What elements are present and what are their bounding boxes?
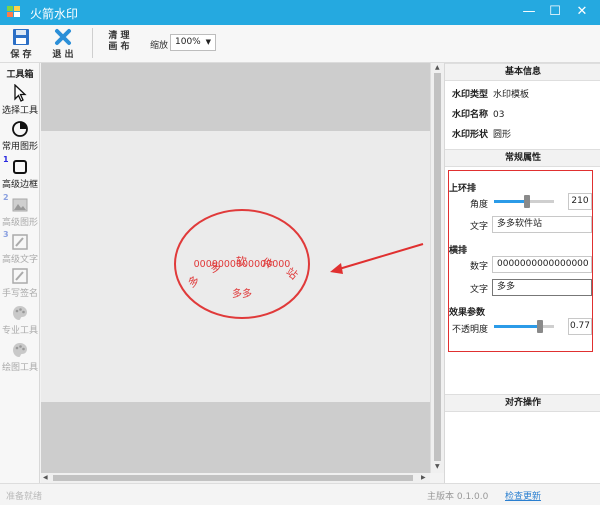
- type-value: 水印模板: [493, 90, 530, 100]
- tool-common-shape[interactable]: 常用图形: [0, 119, 40, 152]
- name-row: 水印名称 03: [452, 107, 504, 120]
- clear-label-1: 清 理: [108, 31, 130, 41]
- ring-text-field[interactable]: 多多软件站: [492, 216, 592, 233]
- name-value: 03: [493, 110, 505, 120]
- signature-icon: [12, 268, 28, 284]
- save-button[interactable]: 保 存: [6, 27, 36, 60]
- vertical-scroll-thumb[interactable]: [434, 73, 441, 461]
- tool-number: 1: [3, 155, 9, 164]
- exit-label: 退 出: [52, 50, 74, 60]
- scroll-up-icon[interactable]: ▲: [435, 64, 440, 71]
- tool-number: 2: [3, 193, 9, 202]
- tool-label: 手写签名: [1, 289, 38, 299]
- pointer-arrow: [330, 243, 424, 274]
- stamp-bottom-text: 多多: [232, 287, 252, 300]
- tool-label: 专业工具: [1, 326, 38, 336]
- app-logo-icon: [7, 6, 20, 17]
- exit-x-icon: [55, 29, 71, 45]
- save-icon: [13, 29, 29, 45]
- tool-advanced-border[interactable]: 1 高级边框: [0, 155, 40, 190]
- cursor-icon: [14, 84, 27, 102]
- clear-canvas-button[interactable]: 清 理 画 布: [106, 31, 132, 53]
- palette-icon: [13, 306, 27, 320]
- shape-label: 水印形状: [452, 130, 489, 140]
- horizontal-section-title: 横排: [449, 246, 468, 256]
- maximize-icon[interactable]: ☐: [545, 3, 565, 21]
- tool-advanced-text[interactable]: 3 高级文字: [0, 230, 40, 265]
- close-icon[interactable]: ✕: [572, 3, 592, 21]
- horizontal-text-field[interactable]: 多多: [492, 279, 592, 296]
- tool-advanced-image[interactable]: 2 高级图形: [0, 193, 40, 228]
- tool-select[interactable]: 选择工具: [0, 83, 40, 116]
- align-heading: 对齐操作: [445, 394, 600, 412]
- properties-heading: 常规属性: [445, 149, 600, 167]
- scroll-right-icon[interactable]: ▶: [421, 474, 426, 481]
- vertical-scrollbar[interactable]: ▲ ▼: [430, 63, 444, 473]
- type-row: 水印类型 水印模板: [452, 87, 529, 100]
- angle-slider-fill: [494, 200, 527, 203]
- canvas[interactable]: 多多软件站 0000000000000000 多多: [41, 131, 430, 402]
- clear-label-2: 画 布: [108, 42, 130, 52]
- text-edit-icon: [12, 234, 28, 250]
- paint-icon: [13, 343, 27, 357]
- scroll-down-icon[interactable]: ▼: [435, 463, 440, 470]
- shape-row: 水印形状 圆形: [452, 127, 511, 140]
- border-icon: [13, 160, 27, 174]
- image-icon: [12, 198, 28, 212]
- horizontal-scrollbar[interactable]: ◀ ▶: [41, 473, 430, 483]
- scroll-left-icon[interactable]: ◀: [43, 474, 48, 481]
- toolbox: 工具箱 选择工具 常用图形 1 高级边框 2 高级图形 3 高级文字 手写签名 …: [0, 63, 40, 483]
- zoom-value: 100%: [175, 37, 201, 47]
- ring-section-title: 上环排: [449, 184, 477, 194]
- tool-label: 选择工具: [1, 106, 38, 116]
- type-label: 水印类型: [452, 90, 489, 100]
- number-label: 数字: [469, 262, 488, 272]
- status-bar: 准备就绪 主版本 0.1.0.0 检查更新: [0, 483, 600, 505]
- shape-value: 圆形: [493, 130, 512, 140]
- tool-label: 高级图形: [1, 218, 38, 228]
- opacity-slider-handle[interactable]: [537, 320, 544, 333]
- exit-button[interactable]: 退 出: [48, 27, 78, 60]
- tool-drawing[interactable]: 绘图工具: [0, 340, 40, 373]
- tool-label: 绘图工具: [1, 363, 38, 373]
- version-text: 主版本 0.1.0.0: [427, 492, 489, 502]
- opacity-slider-fill: [494, 325, 541, 328]
- tool-label: 高级文字: [1, 255, 38, 265]
- angle-value[interactable]: 210: [568, 193, 592, 210]
- tool-label: 常用图形: [1, 142, 38, 152]
- shape-icon: [12, 121, 28, 137]
- angle-slider-handle[interactable]: [524, 195, 530, 208]
- chevron-down-icon: ▼: [205, 38, 211, 46]
- zoom-select[interactable]: 100% ▼: [170, 34, 216, 51]
- toolbar-divider: [92, 28, 93, 58]
- horizontal-text-label: 文字: [469, 285, 488, 295]
- toolbox-heading: 工具箱: [6, 70, 34, 80]
- name-label: 水印名称: [452, 110, 489, 120]
- tool-signature[interactable]: 手写签名: [0, 266, 40, 299]
- check-update-link[interactable]: 检查更新: [505, 489, 541, 502]
- minimize-icon[interactable]: —: [519, 3, 539, 21]
- window-title: 火箭水印: [30, 7, 79, 21]
- save-label: 保 存: [10, 50, 32, 60]
- ring-text-label: 文字: [469, 222, 488, 232]
- tool-professional[interactable]: 专业工具: [0, 303, 40, 336]
- angle-slider[interactable]: [494, 195, 554, 208]
- opacity-label: 不透明度: [451, 325, 488, 335]
- stamp-drawing[interactable]: 多多软件站 0000000000000000 多多: [41, 131, 430, 402]
- tool-label: 高级边框: [1, 180, 38, 190]
- basic-info-heading: 基本信息: [445, 63, 600, 81]
- opacity-slider[interactable]: [494, 320, 554, 333]
- stamp-number: 0000000000000000: [194, 259, 291, 270]
- tool-number: 3: [3, 230, 9, 239]
- status-text: 准备就绪: [6, 492, 43, 502]
- number-field[interactable]: 0000000000000000: [492, 256, 592, 273]
- effect-section-title: 效果参数: [449, 308, 486, 318]
- toolbar: 保 存 退 出 清 理 画 布 缩放 100% ▼: [0, 25, 600, 63]
- canvas-area[interactable]: 多多软件站 0000000000000000 多多: [41, 63, 430, 473]
- horizontal-scroll-thumb[interactable]: [53, 475, 413, 481]
- zoom-label: 缩放: [150, 41, 169, 51]
- opacity-value[interactable]: 0.77: [568, 318, 592, 335]
- title-bar: 火箭水印 — ☐ ✕: [0, 0, 600, 25]
- angle-label: 角度: [469, 200, 488, 210]
